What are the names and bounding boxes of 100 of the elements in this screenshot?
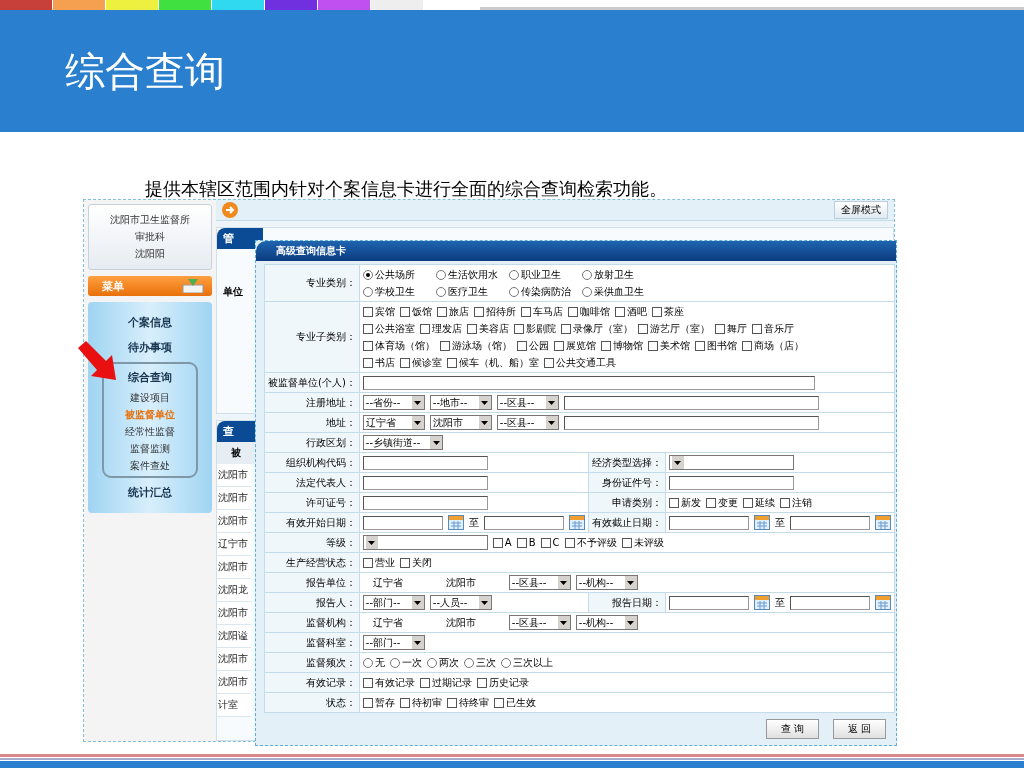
dropdown[interactable]: --乡镇街道-- xyxy=(362,435,444,450)
checkbox[interactable] xyxy=(714,323,725,334)
checkbox[interactable] xyxy=(473,306,484,317)
checkbox[interactable] xyxy=(399,306,410,317)
checkbox[interactable] xyxy=(742,497,753,508)
checkbox[interactable] xyxy=(779,497,790,508)
text-field[interactable] xyxy=(789,515,870,530)
checkbox[interactable] xyxy=(439,340,450,351)
radio-button[interactable] xyxy=(435,269,446,280)
checkbox[interactable] xyxy=(419,677,430,688)
nav-subitem[interactable]: 案件查处 xyxy=(130,459,170,473)
checkbox[interactable] xyxy=(513,323,524,334)
dropdown[interactable]: --机构-- xyxy=(575,615,638,630)
checkbox[interactable] xyxy=(647,340,658,351)
calendar-icon[interactable] xyxy=(447,515,464,530)
text-field[interactable] xyxy=(483,515,564,530)
calendar-icon[interactable] xyxy=(874,595,891,610)
checkbox[interactable] xyxy=(553,340,564,351)
checkbox[interactable] xyxy=(516,537,527,548)
dropdown[interactable]: --机构-- xyxy=(575,575,638,590)
dropdown[interactable] xyxy=(668,455,794,470)
checkbox[interactable] xyxy=(436,306,447,317)
checkbox[interactable] xyxy=(567,306,578,317)
checkbox[interactable] xyxy=(419,323,430,334)
dropdown[interactable]: --人员-- xyxy=(429,595,492,610)
checkbox[interactable] xyxy=(493,697,504,708)
radio-button[interactable] xyxy=(426,657,437,668)
checkbox[interactable] xyxy=(446,357,457,368)
checkbox[interactable] xyxy=(741,340,752,351)
calendar-icon[interactable] xyxy=(874,515,891,530)
text-field[interactable] xyxy=(668,515,749,530)
nav-subitem[interactable]: 监督监测 xyxy=(130,442,170,456)
dropdown[interactable]: 辽宁省 xyxy=(362,415,425,430)
radio-button[interactable] xyxy=(389,657,400,668)
radio-button[interactable] xyxy=(362,657,373,668)
radio-button[interactable] xyxy=(362,286,373,297)
checkbox[interactable] xyxy=(446,697,457,708)
text-field[interactable] xyxy=(563,395,819,410)
text-field[interactable] xyxy=(362,515,443,530)
checkbox[interactable] xyxy=(540,537,551,548)
checkbox[interactable] xyxy=(668,497,679,508)
checkbox[interactable] xyxy=(705,497,716,508)
text-field[interactable] xyxy=(668,595,749,610)
text-field[interactable] xyxy=(362,475,488,490)
calendar-icon[interactable] xyxy=(568,515,585,530)
checkbox[interactable] xyxy=(399,357,410,368)
fullscreen-button[interactable]: 全屏模式 xyxy=(834,201,888,219)
dropdown[interactable]: --部门-- xyxy=(362,635,425,650)
checkbox[interactable] xyxy=(621,537,632,548)
nav-item[interactable]: 综合查询 xyxy=(128,367,172,388)
nav-item[interactable]: 统计汇总 xyxy=(128,482,172,503)
radio-button[interactable] xyxy=(500,657,511,668)
text-field[interactable] xyxy=(362,375,815,390)
search-button[interactable]: 查 询 xyxy=(765,719,819,739)
text-field[interactable] xyxy=(362,495,488,510)
radio-button[interactable] xyxy=(508,286,519,297)
checkbox[interactable] xyxy=(362,323,373,334)
radio-button[interactable] xyxy=(581,269,592,280)
text-field[interactable] xyxy=(668,475,794,490)
radio-button[interactable] xyxy=(435,286,446,297)
radio-button[interactable] xyxy=(463,657,474,668)
dropdown[interactable]: 沈阳市 xyxy=(429,415,492,430)
dropdown[interactable] xyxy=(362,535,488,550)
nav-item[interactable]: 待办事项 xyxy=(128,337,172,358)
radio-button[interactable] xyxy=(581,286,592,297)
dropdown[interactable]: --区县-- xyxy=(508,575,571,590)
calendar-icon[interactable] xyxy=(753,515,770,530)
dropdown[interactable]: --部门-- xyxy=(362,595,425,610)
checkbox[interactable] xyxy=(560,323,571,334)
text-field[interactable] xyxy=(362,455,488,470)
checkbox[interactable] xyxy=(600,340,611,351)
checkbox[interactable] xyxy=(362,357,373,368)
checkbox[interactable] xyxy=(362,340,373,351)
checkbox[interactable] xyxy=(516,340,527,351)
checkbox[interactable] xyxy=(362,557,373,568)
checkbox[interactable] xyxy=(399,697,410,708)
dropdown[interactable]: --区县-- xyxy=(496,415,559,430)
radio-button[interactable] xyxy=(508,269,519,280)
radio-button[interactable] xyxy=(362,269,373,280)
calendar-icon[interactable] xyxy=(753,595,770,610)
nav-subitem[interactable]: 建设项目 xyxy=(130,391,170,405)
checkbox[interactable] xyxy=(637,323,648,334)
checkbox[interactable] xyxy=(651,306,662,317)
checkbox[interactable] xyxy=(751,323,762,334)
checkbox[interactable] xyxy=(492,537,503,548)
panel-tab[interactable]: 管 xyxy=(217,228,263,249)
checkbox[interactable] xyxy=(543,357,554,368)
dropdown[interactable]: --区县-- xyxy=(496,395,559,410)
checkbox[interactable] xyxy=(362,697,373,708)
checkbox[interactable] xyxy=(520,306,531,317)
nav-item[interactable]: 个案信息 xyxy=(128,312,172,333)
text-field[interactable] xyxy=(563,415,819,430)
dropdown[interactable]: --省份-- xyxy=(362,395,425,410)
checkbox[interactable] xyxy=(564,537,575,548)
checkbox[interactable] xyxy=(466,323,477,334)
checkbox[interactable] xyxy=(362,306,373,317)
nav-subitem[interactable]: 经常性监督 xyxy=(125,425,175,439)
checkbox[interactable] xyxy=(476,677,487,688)
checkbox[interactable] xyxy=(362,677,373,688)
dropdown[interactable]: --地市-- xyxy=(429,395,492,410)
